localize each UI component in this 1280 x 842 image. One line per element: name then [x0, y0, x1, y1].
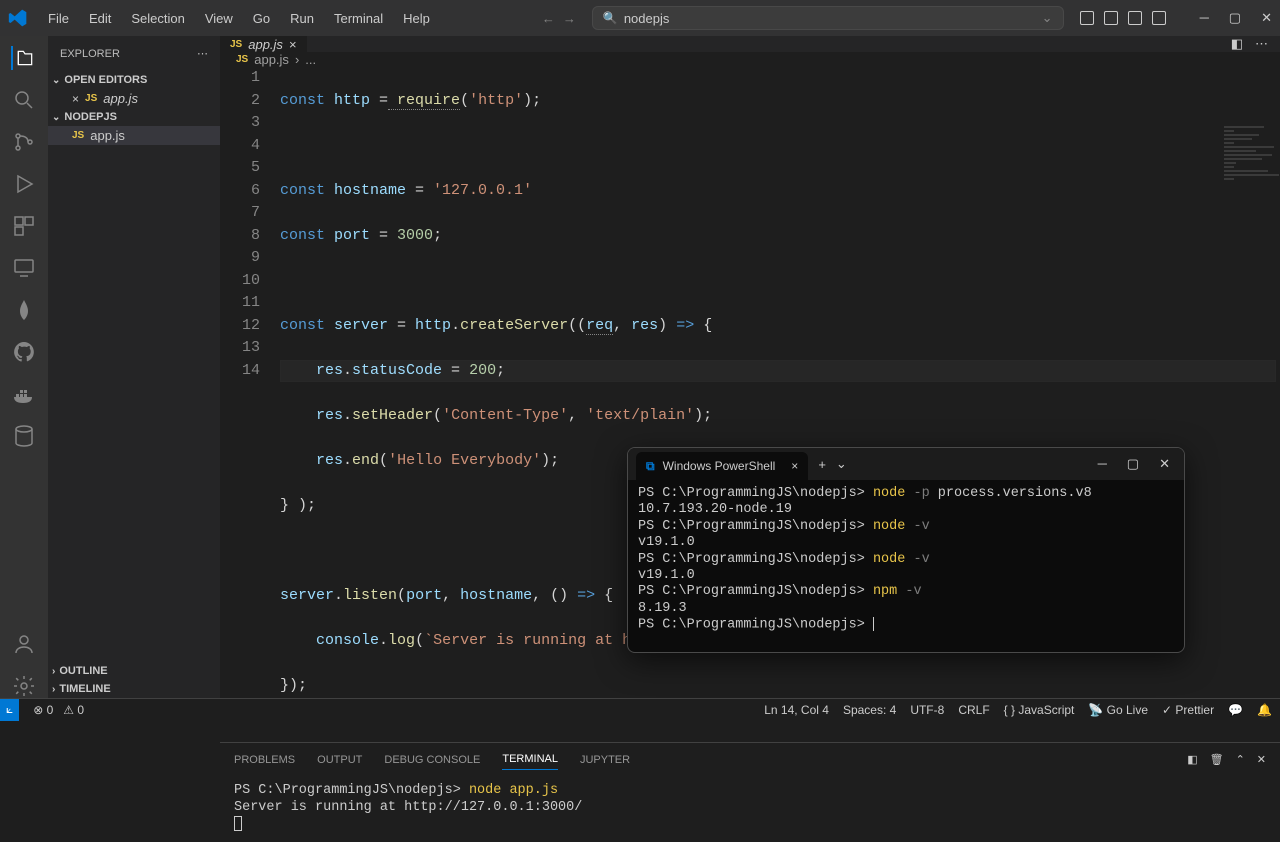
docker-icon[interactable]	[12, 382, 36, 406]
open-editor-item[interactable]: × JS app.js	[48, 89, 220, 108]
menu-selection[interactable]: Selection	[123, 7, 192, 30]
breadcrumb[interactable]: JS app.js › ...	[220, 52, 1280, 67]
minimize-icon[interactable]: ─	[1098, 456, 1107, 472]
activity-bar	[0, 36, 48, 698]
menu-run[interactable]: Run	[282, 7, 322, 30]
chevron-down-icon: ⌄	[1042, 10, 1053, 26]
ps-cursor	[873, 617, 875, 631]
layout-primary-icon[interactable]	[1080, 11, 1094, 25]
terminal[interactable]: PS C:\ProgrammingJS\nodepjs> node app.js…	[220, 776, 1280, 842]
more-actions-icon[interactable]: ⋯	[1255, 36, 1268, 52]
warnings-count[interactable]: ⚠ 0	[63, 703, 84, 717]
panel: PROBLEMS OUTPUT DEBUG CONSOLE TERMINAL J…	[220, 742, 1280, 842]
extensions-icon[interactable]	[12, 214, 36, 238]
search-icon: 🔍	[603, 11, 618, 25]
terminal-cursor	[234, 816, 242, 831]
close-panel-icon[interactable]: ✕	[1257, 753, 1266, 766]
split-editor-icon[interactable]: ◧	[1231, 36, 1243, 52]
layout-secondary-icon[interactable]	[1128, 11, 1142, 25]
js-file-icon: JS	[72, 130, 84, 141]
powershell-window[interactable]: ⧉ Windows PowerShell × + ⌄ ─ ▢ ✕ PS C:\P…	[627, 447, 1185, 653]
js-file-icon: JS	[85, 93, 97, 104]
panel-tab-problems[interactable]: PROBLEMS	[234, 750, 295, 770]
menu-file[interactable]: File	[40, 7, 77, 30]
close-icon[interactable]: ✕	[1261, 10, 1272, 26]
close-icon[interactable]: ✕	[1159, 456, 1170, 472]
search-text: nodepjs	[624, 11, 670, 26]
explorer-icon[interactable]	[11, 46, 35, 70]
chevron-right-icon: ›	[52, 666, 55, 677]
maximize-panel-icon[interactable]: ⌃	[1236, 753, 1245, 766]
js-file-icon: JS	[236, 54, 248, 65]
ps-titlebar[interactable]: ⧉ Windows PowerShell × + ⌄ ─ ▢ ✕	[628, 448, 1184, 480]
new-tab-icon[interactable]: +	[818, 457, 826, 472]
split-terminal-icon[interactable]: ◧	[1187, 753, 1197, 766]
sidebar-title: EXPLORER	[60, 48, 120, 60]
menu-view[interactable]: View	[197, 7, 241, 30]
outline-section[interactable]: › OUTLINE	[48, 662, 220, 680]
minimize-icon[interactable]: ─	[1200, 10, 1209, 26]
remote-button[interactable]: ⟀	[0, 699, 19, 721]
chevron-down-icon: ⌄	[52, 75, 60, 86]
tab-appjs[interactable]: JS app.js ×	[220, 36, 308, 52]
maximize-icon[interactable]: ▢	[1229, 10, 1241, 26]
search-activity-icon[interactable]	[12, 88, 36, 112]
menu-terminal[interactable]: Terminal	[326, 7, 391, 30]
command-center[interactable]: 🔍 nodepjs ⌄	[592, 6, 1064, 30]
mongodb-icon[interactable]	[12, 298, 36, 322]
project-section[interactable]: ⌄ NODEPJS	[48, 108, 220, 126]
open-editors-section[interactable]: ⌄ OPEN EDITORS	[48, 71, 220, 89]
nav-back-icon[interactable]: ←	[542, 11, 555, 26]
chevron-right-icon: ›	[52, 684, 55, 695]
panel-tab-jupyter[interactable]: JUPYTER	[580, 750, 630, 770]
menu-edit[interactable]: Edit	[81, 7, 119, 30]
kill-terminal-icon[interactable]: 🗑	[1210, 753, 1224, 766]
layout-panel-icon[interactable]	[1104, 11, 1118, 25]
remote-explorer-icon[interactable]	[12, 256, 36, 280]
panel-tab-terminal[interactable]: TERMINAL	[502, 749, 558, 770]
sidebar: EXPLORER ⋯ ⌄ OPEN EDITORS × JS app.js ⌄ …	[48, 36, 220, 698]
panel-tab-debug[interactable]: DEBUG CONSOLE	[384, 750, 480, 770]
close-icon[interactable]: ×	[72, 92, 79, 106]
file-item[interactable]: JS app.js	[48, 126, 220, 145]
chevron-down-icon: ⌄	[52, 112, 60, 123]
settings-gear-icon[interactable]	[12, 674, 36, 698]
nav-forward-icon[interactable]: →	[563, 11, 576, 26]
panel-tab-output[interactable]: OUTPUT	[317, 750, 362, 770]
chevron-down-icon[interactable]: ⌄	[836, 456, 847, 472]
line-numbers: 1234567891011121314	[220, 67, 280, 742]
account-icon[interactable]	[12, 632, 36, 656]
maximize-icon[interactable]: ▢	[1127, 456, 1139, 472]
tabs: JS app.js × ◧ ⋯	[220, 36, 1280, 52]
menu-help[interactable]: Help	[395, 7, 438, 30]
database-icon[interactable]	[12, 424, 36, 448]
more-icon[interactable]: ⋯	[197, 47, 208, 60]
titlebar: File Edit Selection View Go Run Terminal…	[0, 0, 1280, 36]
layout-customize-icon[interactable]	[1152, 11, 1166, 25]
errors-count[interactable]: ⊗ 0	[33, 703, 53, 717]
close-tab-icon[interactable]: ×	[289, 37, 297, 52]
ps-tab[interactable]: ⧉ Windows PowerShell ×	[636, 452, 808, 480]
js-file-icon: JS	[230, 39, 242, 50]
timeline-section[interactable]: › TIMELINE	[48, 680, 220, 698]
github-icon[interactable]	[12, 340, 36, 364]
powershell-icon: ⧉	[646, 459, 655, 474]
minimap[interactable]	[1220, 124, 1280, 244]
source-control-icon[interactable]	[12, 130, 36, 154]
ps-terminal[interactable]: PS C:\ProgrammingJS\nodepjs> node -p pro…	[628, 480, 1184, 652]
vscode-logo-icon	[8, 8, 28, 28]
close-tab-icon[interactable]: ×	[791, 459, 798, 473]
run-debug-icon[interactable]	[12, 172, 36, 196]
menu-go[interactable]: Go	[245, 7, 278, 30]
